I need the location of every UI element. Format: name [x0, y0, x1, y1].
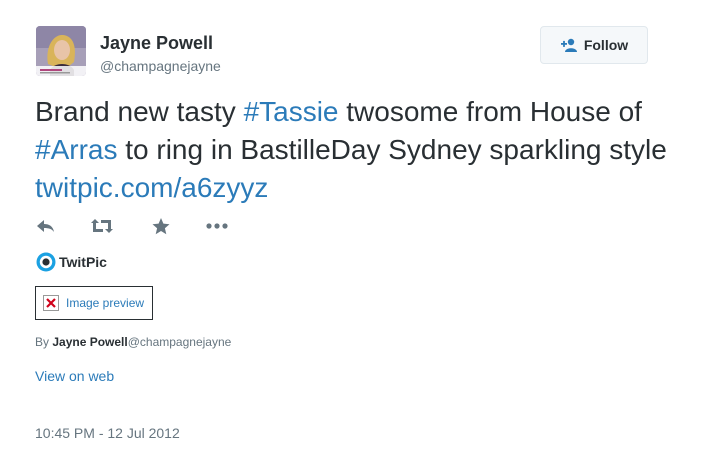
card-provider-name: TwitPic — [59, 254, 107, 270]
byline-name[interactable]: Jayne Powell — [52, 335, 127, 349]
twitpic-icon — [36, 252, 56, 272]
author-handle[interactable]: @champagnejayne — [100, 58, 221, 74]
image-preview[interactable]: Image preview — [35, 286, 153, 320]
retweet-icon[interactable] — [91, 218, 113, 239]
hashtag-tassie[interactable]: #Tassie — [244, 96, 339, 127]
tweet-text: Brand new tasty #Tassie twosome from Hou… — [35, 93, 675, 207]
avatar[interactable] — [36, 26, 86, 76]
view-on-web-link[interactable]: View on web — [35, 368, 114, 384]
byline-handle[interactable]: @champagnejayne — [128, 335, 232, 349]
reply-icon[interactable] — [36, 218, 56, 239]
tweet-segment: to ring in BastilleDay Sydney sparkling … — [117, 134, 667, 165]
byline-prefix: By — [35, 335, 53, 349]
favorite-icon[interactable] — [152, 218, 170, 240]
image-preview-label: Image preview — [66, 296, 145, 310]
broken-image-icon — [43, 295, 59, 311]
card-provider[interactable]: TwitPic — [36, 252, 107, 272]
tweet-segment: Brand new tasty — [35, 96, 244, 127]
more-icon[interactable] — [206, 218, 228, 239]
follow-button[interactable]: Follow — [540, 26, 648, 64]
follow-button-label: Follow — [583, 37, 629, 53]
card-byline: By Jayne Powell@champagnejayne — [35, 335, 231, 349]
hashtag-arras[interactable]: #Arras — [35, 134, 117, 165]
author-name[interactable]: Jayne Powell — [100, 33, 213, 54]
tweet-timestamp[interactable]: 10:45 PM - 12 Jul 2012 — [35, 425, 180, 441]
tweet-segment: twosome from House of — [338, 96, 642, 127]
add-user-icon — [560, 38, 577, 52]
twitpic-link[interactable]: twitpic.com/a6zyyz — [35, 172, 268, 203]
